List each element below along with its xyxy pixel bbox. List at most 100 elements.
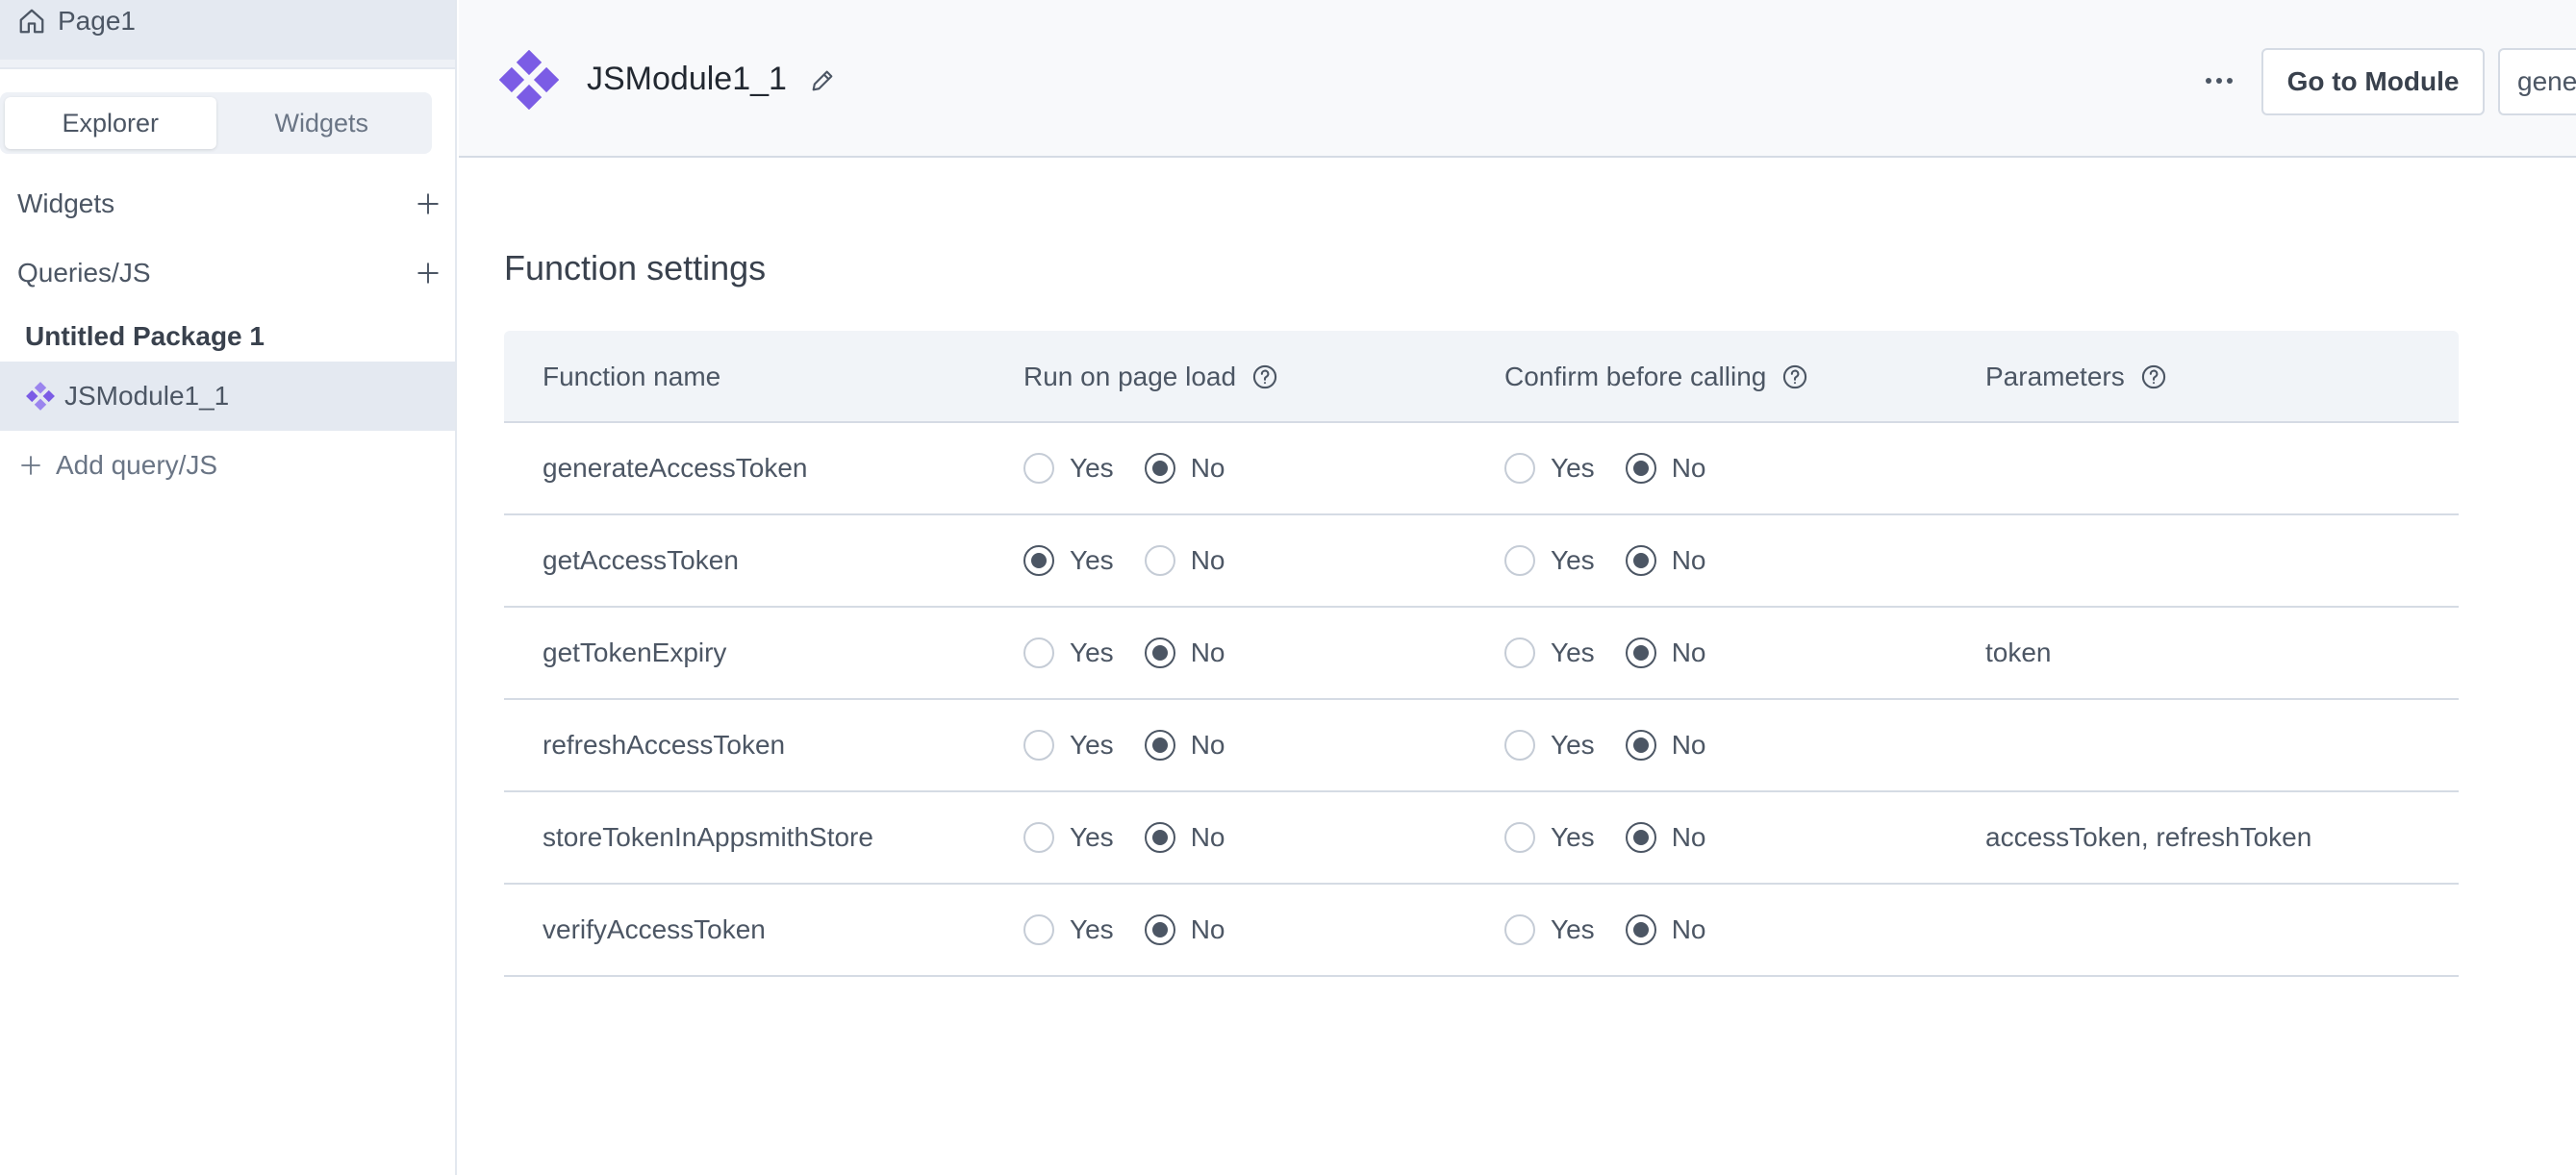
sidebar: Page1 Explorer Widgets Widgets Queries/J…: [0, 0, 457, 1175]
function-name-cell: getAccessToken: [543, 545, 739, 575]
radio-circle[interactable]: [1504, 822, 1535, 853]
radio-circle[interactable]: [1023, 453, 1054, 484]
tab-explorer[interactable]: Explorer: [5, 97, 216, 149]
table-row: getTokenExpiry Yes No Yes No token: [504, 608, 2459, 700]
radio-circle[interactable]: [1023, 638, 1054, 668]
run-on-page-load-radio-group: Yes No: [1023, 914, 1255, 945]
run-on-page-load-no-radio[interactable]: No: [1144, 453, 1225, 484]
confirm-before-calling-yes-radio[interactable]: Yes: [1504, 822, 1595, 853]
radio-circle[interactable]: [1023, 822, 1054, 853]
confirm-before-calling-radio-group: Yes No: [1504, 914, 1736, 945]
radio-circle[interactable]: [1625, 638, 1656, 668]
pencil-icon[interactable]: [809, 67, 836, 94]
page-selector[interactable]: Page1: [0, 0, 455, 67]
run-on-page-load-no-radio[interactable]: No: [1144, 914, 1225, 945]
radio-circle[interactable]: [1144, 822, 1175, 853]
go-to-module-button[interactable]: Go to Module: [2261, 48, 2485, 115]
function-name-cell: verifyAccessToken: [543, 914, 766, 944]
confirm-before-calling-radio-group: Yes No: [1504, 453, 1736, 484]
radio-circle[interactable]: [1504, 638, 1535, 668]
function-select-dropdown[interactable]: gene: [2498, 48, 2576, 115]
table-body: generateAccessToken Yes No Yes No getAccessTo…: [504, 423, 2459, 977]
column-header-parameters-label: Parameters: [1985, 362, 2125, 391]
radio-label: Yes: [1070, 545, 1114, 575]
confirm-before-calling-yes-radio[interactable]: Yes: [1504, 638, 1595, 668]
radio-circle[interactable]: [1023, 545, 1054, 576]
app-root: Page1 Explorer Widgets Widgets Queries/J…: [0, 0, 2576, 1175]
run-on-page-load-no-radio[interactable]: No: [1144, 822, 1225, 853]
run-on-page-load-no-radio[interactable]: No: [1144, 638, 1225, 668]
add-widget-plus-icon[interactable]: [416, 191, 441, 216]
radio-circle[interactable]: [1023, 914, 1054, 945]
confirm-before-calling-radio-group: Yes No: [1504, 822, 1736, 853]
confirm-before-calling-yes-radio[interactable]: Yes: [1504, 453, 1595, 484]
run-on-page-load-yes-radio[interactable]: Yes: [1023, 545, 1114, 576]
run-on-page-load-no-radio[interactable]: No: [1144, 545, 1225, 576]
radio-circle[interactable]: [1023, 730, 1054, 761]
radio-circle[interactable]: [1625, 453, 1656, 484]
run-on-page-load-yes-radio[interactable]: Yes: [1023, 730, 1114, 761]
confirm-before-calling-no-radio[interactable]: No: [1625, 914, 1705, 945]
radio-label: Yes: [1070, 914, 1114, 944]
help-icon[interactable]: [2140, 363, 2167, 390]
run-on-page-load-yes-radio[interactable]: Yes: [1023, 822, 1114, 853]
table-header: Function name Run on page load Confirm b…: [504, 331, 2459, 423]
sidebar-item-jsmodule[interactable]: JSModule1_1: [0, 362, 455, 431]
confirm-before-calling-no-radio[interactable]: No: [1625, 822, 1705, 853]
sidebar-divider: [0, 67, 455, 69]
radio-label: Yes: [1551, 453, 1595, 483]
confirm-before-calling: Yes No: [1504, 792, 1736, 883]
confirm-before-calling-yes-radio[interactable]: Yes: [1504, 914, 1595, 945]
confirm-before-calling-no-radio[interactable]: No: [1625, 453, 1705, 484]
widgets-section-header[interactable]: Widgets: [17, 185, 441, 223]
confirm-before-calling-radio-group: Yes No: [1504, 545, 1736, 576]
run-on-page-load-no-radio[interactable]: No: [1144, 730, 1225, 761]
radio-circle[interactable]: [1504, 545, 1535, 576]
radio-circle[interactable]: [1144, 914, 1175, 945]
radio-circle[interactable]: [1625, 822, 1656, 853]
radio-label: Yes: [1551, 545, 1595, 575]
run-on-page-load-yes-radio[interactable]: Yes: [1023, 453, 1114, 484]
help-icon[interactable]: [1251, 363, 1278, 390]
plus-icon: [21, 456, 40, 475]
run-on-page-load-yes-radio[interactable]: Yes: [1023, 914, 1114, 945]
confirm-before-calling-no-radio[interactable]: No: [1625, 545, 1705, 576]
confirm-before-calling-no-radio[interactable]: No: [1625, 730, 1705, 761]
radio-circle[interactable]: [1144, 453, 1175, 484]
radio-label: Yes: [1551, 914, 1595, 944]
radio-circle[interactable]: [1625, 914, 1656, 945]
run-on-page-load: Yes No: [1023, 700, 1255, 790]
radio-label: Yes: [1551, 822, 1595, 852]
confirm-before-calling: Yes No: [1504, 423, 1736, 513]
radio-circle[interactable]: [1144, 730, 1175, 761]
radio-circle[interactable]: [1504, 453, 1535, 484]
radio-label: Yes: [1070, 453, 1114, 483]
column-header-run-on-page-load-label: Run on page load: [1023, 362, 1237, 391]
run-on-page-load-yes-radio[interactable]: Yes: [1023, 638, 1114, 668]
radio-circle[interactable]: [1144, 545, 1175, 576]
radio-circle[interactable]: [1144, 638, 1175, 668]
confirm-before-calling-yes-radio[interactable]: Yes: [1504, 730, 1595, 761]
confirm-before-calling-no-radio[interactable]: No: [1625, 638, 1705, 668]
radio-circle[interactable]: [1504, 914, 1535, 945]
function-name-cell: generateAccessToken: [543, 453, 808, 483]
radio-label: No: [1190, 638, 1225, 667]
add-query-js-button[interactable]: Add query/JS: [19, 448, 217, 483]
more-options-icon[interactable]: [2198, 63, 2240, 98]
help-icon[interactable]: [1781, 363, 1808, 390]
confirm-before-calling-yes-radio[interactable]: Yes: [1504, 545, 1595, 576]
radio-circle[interactable]: [1625, 545, 1656, 576]
table-row: verifyAccessToken Yes No Yes No: [504, 885, 2459, 977]
function-settings-table: Function name Run on page load Confirm b…: [504, 331, 2459, 977]
queries-section-header[interactable]: Queries/JS: [17, 254, 441, 292]
table-row: generateAccessToken Yes No Yes No: [504, 423, 2459, 515]
radio-label: No: [1190, 914, 1225, 944]
explorer-widgets-toggle: Explorer Widgets: [0, 92, 432, 154]
radio-circle[interactable]: [1625, 730, 1656, 761]
tab-widgets[interactable]: Widgets: [216, 97, 428, 149]
table-row: getAccessToken Yes No Yes No: [504, 515, 2459, 608]
radio-circle[interactable]: [1504, 730, 1535, 761]
function-name-cell: storeTokenInAppsmithStore: [543, 822, 873, 852]
add-query-plus-icon[interactable]: [416, 261, 441, 286]
confirm-before-calling-radio-group: Yes No: [1504, 638, 1736, 668]
